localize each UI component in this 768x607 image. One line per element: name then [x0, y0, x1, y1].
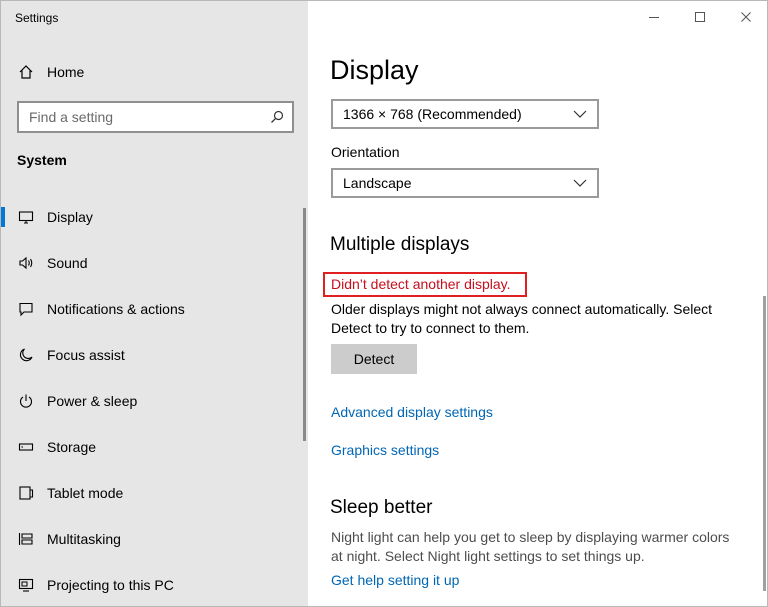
storage-icon [17, 438, 35, 456]
orientation-value: Landscape [343, 175, 412, 191]
monitor-icon [17, 208, 35, 226]
maximize-icon [695, 12, 705, 22]
sleep-description-line-1: Night light can help you get to sleep by… [331, 529, 730, 545]
power-icon [17, 392, 35, 410]
sidebar-item-notifications[interactable]: Notifications & actions [1, 286, 301, 332]
sidebar-item-focus-assist[interactable]: Focus assist [1, 332, 301, 378]
home-nav-item[interactable]: Home [17, 61, 84, 83]
advanced-display-settings-link[interactable]: Advanced display settings [331, 404, 493, 420]
sidebar-item-label: Storage [47, 439, 97, 455]
sidebar-item-sound[interactable]: Sound [1, 240, 301, 286]
error-message: Didn’t detect another display. [331, 276, 511, 292]
detect-description-line-1: Older displays might not always connect … [331, 301, 713, 317]
sidebar-item-label: Power & sleep [47, 393, 138, 409]
window-controls [631, 1, 767, 33]
detect-description-line-2: Detect to try to connect to them. [331, 320, 530, 336]
orientation-dropdown[interactable]: Landscape [331, 168, 599, 198]
notification-icon [17, 300, 35, 318]
get-help-link[interactable]: Get help setting it up [331, 572, 459, 588]
sidebar-item-storage[interactable]: Storage [1, 424, 301, 470]
sidebar-item-label: Sound [47, 255, 88, 271]
sidebar-item-label: Multitasking [47, 531, 121, 547]
sidebar-item-tablet-mode[interactable]: Tablet mode [1, 470, 301, 516]
page-title: Display [330, 55, 419, 85]
speaker-icon [17, 254, 35, 272]
sidebar-item-display[interactable]: Display [1, 194, 301, 240]
moon-icon [17, 346, 35, 364]
multiple-displays-heading: Multiple displays [330, 234, 470, 255]
orientation-label: Orientation [331, 144, 400, 160]
sidebar-item-projecting[interactable]: Projecting to this PC [1, 562, 301, 606]
main-content: Display 1366 × 768 (Recommended) Orienta… [308, 1, 767, 606]
multitasking-icon [17, 530, 35, 548]
chevron-down-icon [573, 109, 587, 119]
sidebar-item-label: Focus assist [47, 347, 125, 363]
projector-icon [17, 576, 35, 594]
maximize-button[interactable] [677, 1, 723, 33]
sidebar-item-label: Notifications & actions [47, 301, 185, 317]
section-title: System [17, 152, 67, 168]
chevron-down-icon [573, 178, 587, 188]
close-icon [741, 12, 751, 22]
sleep-description-line-2: at night. Select Night light settings to… [331, 548, 645, 564]
sidebar-item-multitasking[interactable]: Multitasking [1, 516, 301, 562]
sidebar-item-power-sleep[interactable]: Power & sleep [1, 378, 301, 424]
sidebar-item-label: Projecting to this PC [47, 577, 174, 593]
main-scrollbar[interactable] [763, 296, 766, 591]
sidebar-scrollbar[interactable] [303, 208, 306, 441]
close-button[interactable] [723, 1, 767, 33]
tablet-icon [17, 484, 35, 502]
home-icon [17, 63, 35, 81]
app-title: Settings [15, 11, 59, 25]
search-input[interactable] [19, 103, 262, 131]
sidebar-nav: Display Sound Notifications & actions Fo… [1, 194, 301, 606]
minimize-button[interactable] [631, 1, 677, 33]
detect-button[interactable]: Detect [331, 344, 417, 374]
resolution-dropdown[interactable]: 1366 × 768 (Recommended) [331, 99, 599, 129]
sidebar: Settings Home System Display [1, 1, 308, 606]
resolution-value: 1366 × 768 (Recommended) [343, 106, 522, 122]
sidebar-item-label: Display [47, 209, 93, 225]
home-label: Home [47, 64, 85, 80]
sidebar-item-label: Tablet mode [47, 485, 124, 501]
sleep-better-heading: Sleep better [330, 497, 433, 518]
minimize-icon [649, 17, 659, 18]
settings-window: Settings Home System Display [0, 0, 768, 607]
graphics-settings-link[interactable]: Graphics settings [331, 442, 439, 458]
search-box[interactable] [17, 101, 294, 133]
search-icon[interactable] [262, 103, 292, 131]
